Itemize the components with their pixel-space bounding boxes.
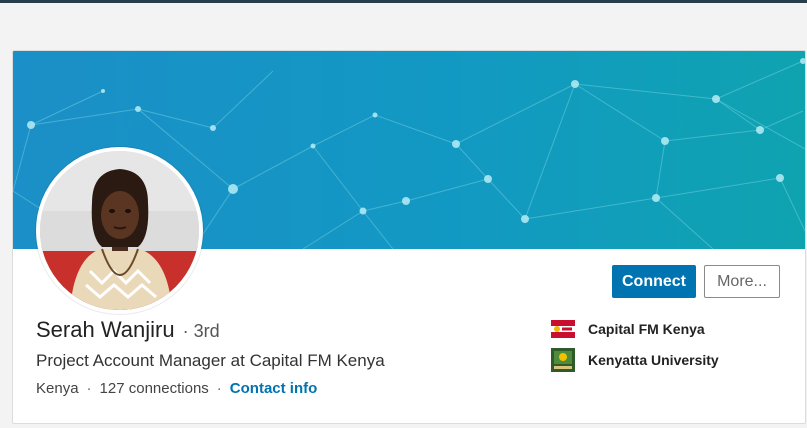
experience-company-label: Capital FM Kenya <box>588 321 705 337</box>
connect-button[interactable]: Connect <box>612 265 696 298</box>
name-row: Serah Wanjiru · 3rd <box>36 317 220 343</box>
connection-degree: · 3rd <box>182 321 220 341</box>
kenyatta-university-logo-icon <box>551 348 575 372</box>
experience-capital-fm[interactable]: Capital FM Kenya <box>551 317 705 341</box>
contact-info-link[interactable]: Contact info <box>230 380 318 397</box>
profile-avatar[interactable] <box>36 147 203 314</box>
profile-location: Kenya <box>36 380 79 397</box>
meta-separator: · <box>216 380 222 397</box>
education-school-label: Kenyatta University <box>588 352 719 368</box>
profile-card: Connect More... Serah Wanjiru · 3rd Proj… <box>12 50 806 424</box>
profile-headline: Project Account Manager at Capital FM Ke… <box>36 351 385 370</box>
profile-meta: Kenya · 127 connections · Contact info <box>36 380 317 397</box>
top-nav-bar <box>0 0 807 3</box>
profile-name: Serah Wanjiru <box>36 317 175 342</box>
profile-photo <box>40 151 199 310</box>
capital-fm-logo-icon <box>551 320 575 338</box>
connections-count: 127 connections <box>99 380 209 397</box>
more-button[interactable]: More... <box>704 265 780 298</box>
meta-separator: · <box>86 380 92 397</box>
education-kenyatta-university[interactable]: Kenyatta University <box>551 348 719 372</box>
